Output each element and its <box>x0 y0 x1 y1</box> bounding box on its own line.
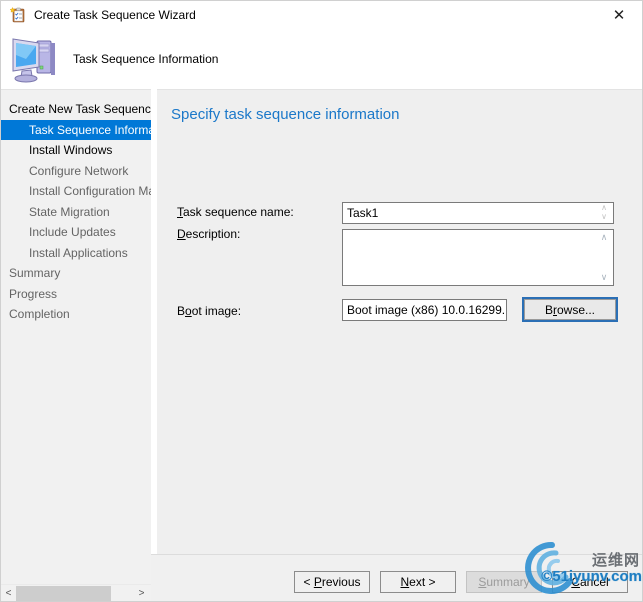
window-title: Create Task Sequence Wizard <box>34 8 196 22</box>
spinner-down-icon: ∨ <box>601 212 607 221</box>
cancel-button[interactable]: Cancel <box>552 571 628 593</box>
sidebar-item-progress[interactable]: Progress <box>1 284 151 305</box>
sidebar-item-task-sequence-information[interactable]: Task Sequence Information <box>1 119 151 140</box>
spinner-icons: ∧ ∨ <box>597 203 611 223</box>
sidebar-item-install-configuration-manager[interactable]: Install Configuration Manager <box>1 181 151 202</box>
wizard-window: Create Task Sequence Wizard ✕ Task Seque <box>0 0 643 602</box>
page-heading: Specify task sequence information <box>171 106 400 123</box>
wizard-step-list: Create New Task Sequence Task Sequence I… <box>1 90 151 325</box>
scroll-left-icon[interactable]: < <box>1 585 16 601</box>
sidebar-horizontal-scrollbar[interactable]: < > <box>1 584 151 601</box>
next-button[interactable]: Next > <box>380 571 456 593</box>
sidebar-item-include-updates[interactable]: Include Updates <box>1 222 151 243</box>
sidebar-item-create-new-task-sequence[interactable]: Create New Task Sequence <box>1 99 151 120</box>
description-label: Description: <box>177 227 241 241</box>
summary-button: Summary <box>466 571 542 593</box>
sidebar-item-configure-network[interactable]: Configure Network <box>1 161 151 182</box>
sidebar-item-install-windows[interactable]: Install Windows <box>1 140 151 161</box>
wizard-footer: < Previous Next > Summary Cancel <box>151 554 642 601</box>
task-sequence-name-input[interactable] <box>345 204 595 222</box>
close-button[interactable]: ✕ <box>604 1 634 29</box>
browse-button[interactable]: Browse... <box>522 297 618 322</box>
sidebar-item-summary[interactable]: Summary <box>1 263 151 284</box>
description-input[interactable] <box>345 231 593 281</box>
scrollbar-thumb[interactable] <box>16 586 111 601</box>
boot-image-label: Boot image: <box>177 304 242 318</box>
sidebar-item-completion[interactable]: Completion <box>1 304 151 325</box>
spinner-up-icon: ∧ <box>601 203 607 212</box>
title-bar: Create Task Sequence Wizard ✕ <box>1 1 642 29</box>
sidebar-item-install-applications[interactable]: Install Applications <box>1 243 151 264</box>
wizard-page-title: Task Sequence Information <box>73 52 219 66</box>
sidebar-item-state-migration[interactable]: State Migration <box>1 202 151 223</box>
task-sequence-wizard-icon <box>10 7 25 23</box>
scroll-down-icon[interactable]: ∨ <box>598 272 610 283</box>
scroll-up-icon[interactable]: ∧ <box>598 232 610 243</box>
previous-button[interactable]: < Previous <box>294 571 370 593</box>
wizard-header: Task Sequence Information <box>1 29 642 89</box>
workstation-icon <box>12 38 55 83</box>
boot-image-field[interactable]: Boot image (x86) 10.0.16299.15 <box>342 299 507 321</box>
description-field: ∧ ∨ <box>342 229 614 286</box>
task-sequence-name-label: Task sequence name: <box>177 205 294 219</box>
scroll-right-icon[interactable]: > <box>134 585 149 601</box>
wizard-content: Specify task sequence information Task s… <box>157 89 642 554</box>
task-sequence-name-field: ∧ ∨ <box>342 202 614 224</box>
wizard-sidebar: Create New Task Sequence Task Sequence I… <box>1 89 151 601</box>
